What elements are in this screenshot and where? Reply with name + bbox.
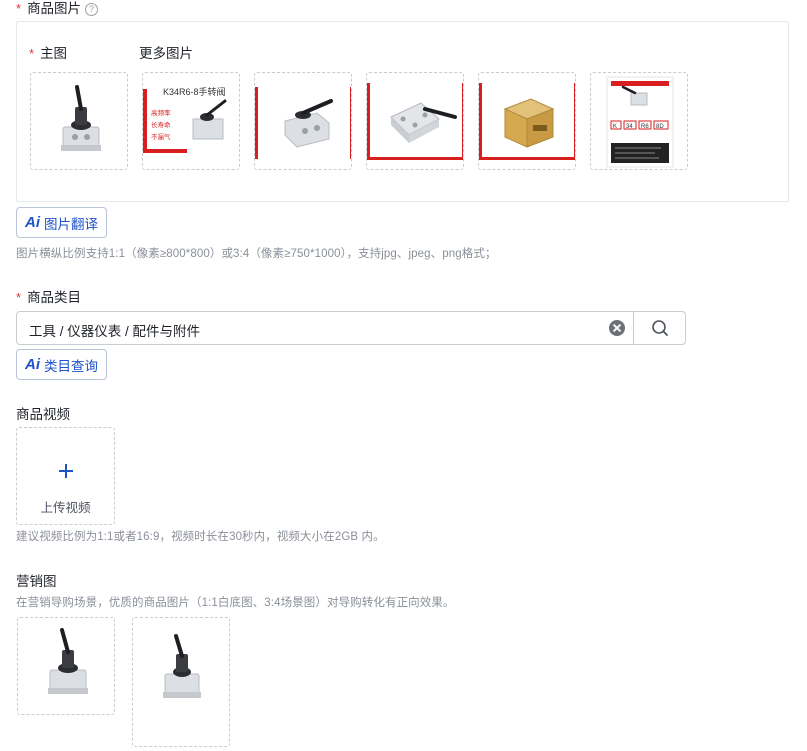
image-translate-label: 图片翻译 <box>44 216 98 232</box>
video-upload-button[interactable]: 上传视频 <box>16 427 115 525</box>
more-image-slot-2[interactable] <box>254 72 352 170</box>
more-image-slot-1[interactable]: K34R6-8手转阀 高频率 长寿命 不漏气 <box>142 72 240 170</box>
video-title: 商品视频 <box>16 407 70 422</box>
spec-code-2: 34 <box>626 124 633 130</box>
ai-icon: Ai <box>25 214 40 231</box>
image-hint: 图片横纵比例支持1:1（像素≥800*800）或3:4（像素≥750*1000）… <box>16 248 497 260</box>
required-mark: * <box>16 1 22 16</box>
category-value: 工具 / 仪器仪表 / 配件与附件 <box>29 324 201 339</box>
spec-sheet-image: K 34 R6 8D <box>606 76 674 168</box>
valve-top-image <box>367 83 463 160</box>
images-title-text: 商品图片 <box>27 1 82 16</box>
marketing-hint: 在营销导购场景，优质的商品图片（1:1白底图、3:4场景图）对导购转化有正向效果… <box>16 597 455 609</box>
marketing-title: 营销图 <box>16 574 57 589</box>
category-query-button[interactable]: Ai 类目查询 <box>16 349 107 380</box>
main-image-label: * 主图 <box>29 42 67 62</box>
category-input[interactable]: 工具 / 仪器仪表 / 配件与附件 <box>16 311 686 345</box>
valve-scene-image <box>163 634 201 698</box>
more-image-slot-4[interactable] <box>478 72 576 170</box>
marketing-image-square[interactable] <box>17 617 115 715</box>
more-image-slot-3[interactable] <box>366 72 464 170</box>
upload-video-label: 上传视频 <box>40 501 91 515</box>
category-query-label: 类目查询 <box>44 358 98 374</box>
advert-line-3: 不漏气 <box>151 132 171 141</box>
valve-side-image <box>255 87 351 159</box>
category-title: * 商品类目 <box>16 286 81 306</box>
valve-product-image <box>61 85 101 151</box>
clear-icon[interactable] <box>609 320 625 336</box>
spec-code-4: 8D <box>656 124 664 130</box>
advert-header-text: K34R6-8手转阀 <box>163 86 226 97</box>
category-search-button[interactable] <box>633 312 686 344</box>
plus-icon <box>59 464 73 478</box>
images-title: * 商品图片? <box>16 0 99 17</box>
more-image-slot-5[interactable]: K 34 R6 8D <box>590 72 688 170</box>
image-panel: * 主图 更多图片 K34R6-8手转阀 高频率 长寿命 不漏气 K 34 R6… <box>16 21 789 202</box>
question-circle-icon[interactable]: ? <box>85 3 99 16</box>
advert-line-2: 长寿命 <box>151 120 171 129</box>
video-hint: 建议视频比例为1:1或者16:9，视频时长在30秒内，视频大小在2GB 内。 <box>16 531 385 543</box>
spec-code-3: R6 <box>641 124 649 130</box>
image-translate-button[interactable]: Ai 图片翻译 <box>16 207 107 238</box>
valve-marketing-image <box>48 628 88 694</box>
marketing-image-portrait[interactable] <box>132 617 230 747</box>
more-images-label: 更多图片 <box>139 46 193 61</box>
required-mark: * <box>16 290 22 305</box>
main-image-slot[interactable] <box>30 72 128 170</box>
search-icon <box>652 320 668 336</box>
required-mark: * <box>29 46 35 61</box>
advert-product-image: K34R6-8手转阀 高频率 长寿命 不漏气 <box>143 86 239 153</box>
main-image-label-text: 主图 <box>40 46 68 61</box>
ai-icon: Ai <box>25 356 40 373</box>
category-title-text: 商品类目 <box>27 290 82 305</box>
package-box-image <box>479 83 575 160</box>
advert-line-1: 高频率 <box>151 108 171 117</box>
spec-code-1: K <box>613 124 617 130</box>
